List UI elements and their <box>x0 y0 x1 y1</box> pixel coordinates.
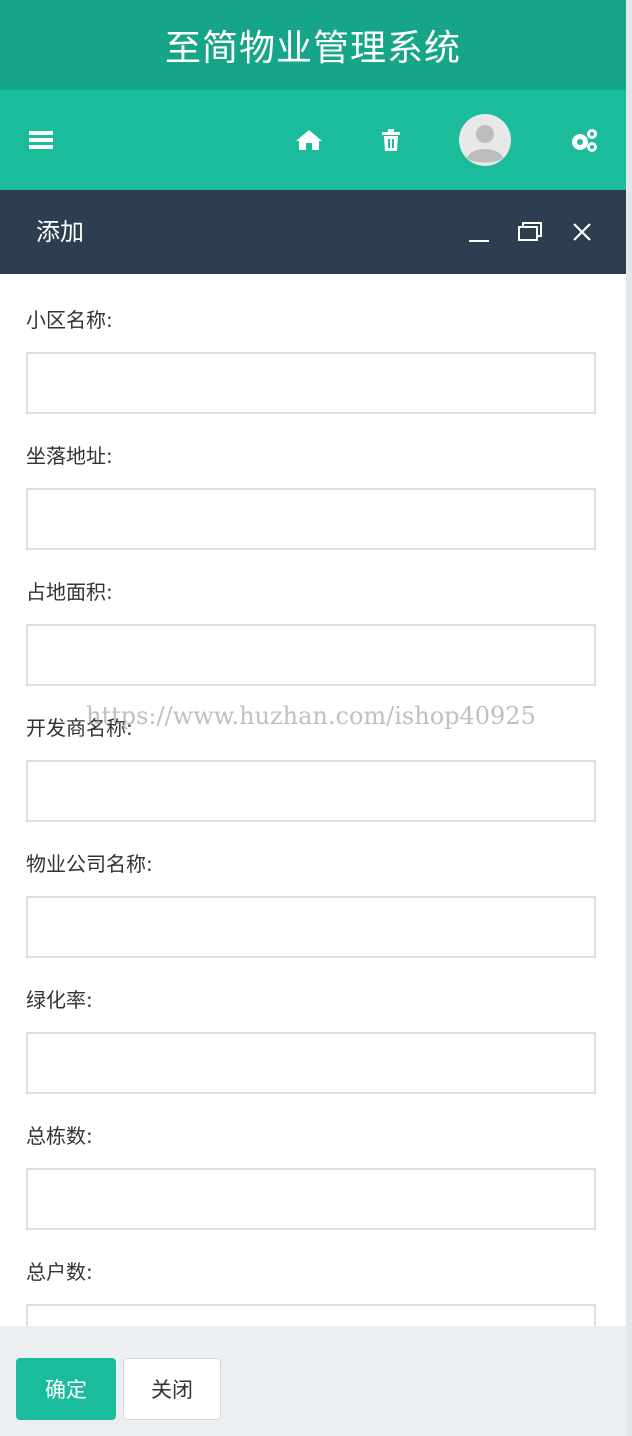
address-input[interactable] <box>26 488 596 550</box>
close-button[interactable]: 关闭 <box>123 1358 221 1420</box>
field-green-rate: 绿化率: <box>26 986 596 1094</box>
close-icon[interactable] <box>564 190 600 274</box>
field-label: 占地面积: <box>26 580 113 604</box>
developer-input[interactable] <box>26 760 596 822</box>
field-label: 绿化率: <box>26 988 93 1012</box>
app-title-bar: 至简物业管理系统 <box>0 0 626 90</box>
confirm-button[interactable]: 确定 <box>16 1358 116 1420</box>
property-company-input[interactable] <box>26 896 596 958</box>
dialog-title: 添加 <box>36 218 84 246</box>
app-title: 至简物业管理系统 <box>164 28 461 69</box>
home-icon[interactable] <box>293 90 325 190</box>
field-household-count: 总户数: <box>26 1258 596 1326</box>
field-label: 开发商名称: <box>26 716 133 740</box>
add-form: 小区名称: 坐落地址: 占地面积: 开发商名称: 物业公司名称: 绿化率: 总栋… <box>0 274 626 1326</box>
field-label: 物业公司名称: <box>26 852 153 876</box>
field-community-name: 小区名称: <box>26 306 596 414</box>
field-label: 总户数: <box>26 1260 93 1284</box>
field-label: 总栋数: <box>26 1124 93 1148</box>
dialog-header: 添加 <box>0 190 626 274</box>
household-count-input[interactable] <box>26 1304 596 1326</box>
dialog-footer: 确定 关闭 <box>0 1326 626 1436</box>
gears-icon[interactable] <box>566 90 602 190</box>
building-count-input[interactable] <box>26 1168 596 1230</box>
green-rate-input[interactable] <box>26 1032 596 1094</box>
scrollbar-track[interactable] <box>626 0 632 1436</box>
nav-bar <box>0 90 626 190</box>
menu-icon[interactable] <box>28 90 54 190</box>
field-developer: 开发商名称: <box>26 714 596 822</box>
area-input[interactable] <box>26 624 596 686</box>
field-building-count: 总栋数: <box>26 1122 596 1230</box>
field-address: 坐落地址: <box>26 442 596 550</box>
community-name-input[interactable] <box>26 352 596 414</box>
maximize-icon[interactable] <box>512 190 548 274</box>
field-label: 小区名称: <box>26 308 113 332</box>
avatar[interactable] <box>458 90 512 190</box>
trash-icon[interactable] <box>378 90 404 190</box>
field-area: 占地面积: <box>26 578 596 686</box>
field-label: 坐落地址: <box>26 444 113 468</box>
field-property-company: 物业公司名称: <box>26 850 596 958</box>
minimize-icon[interactable] <box>462 190 496 274</box>
